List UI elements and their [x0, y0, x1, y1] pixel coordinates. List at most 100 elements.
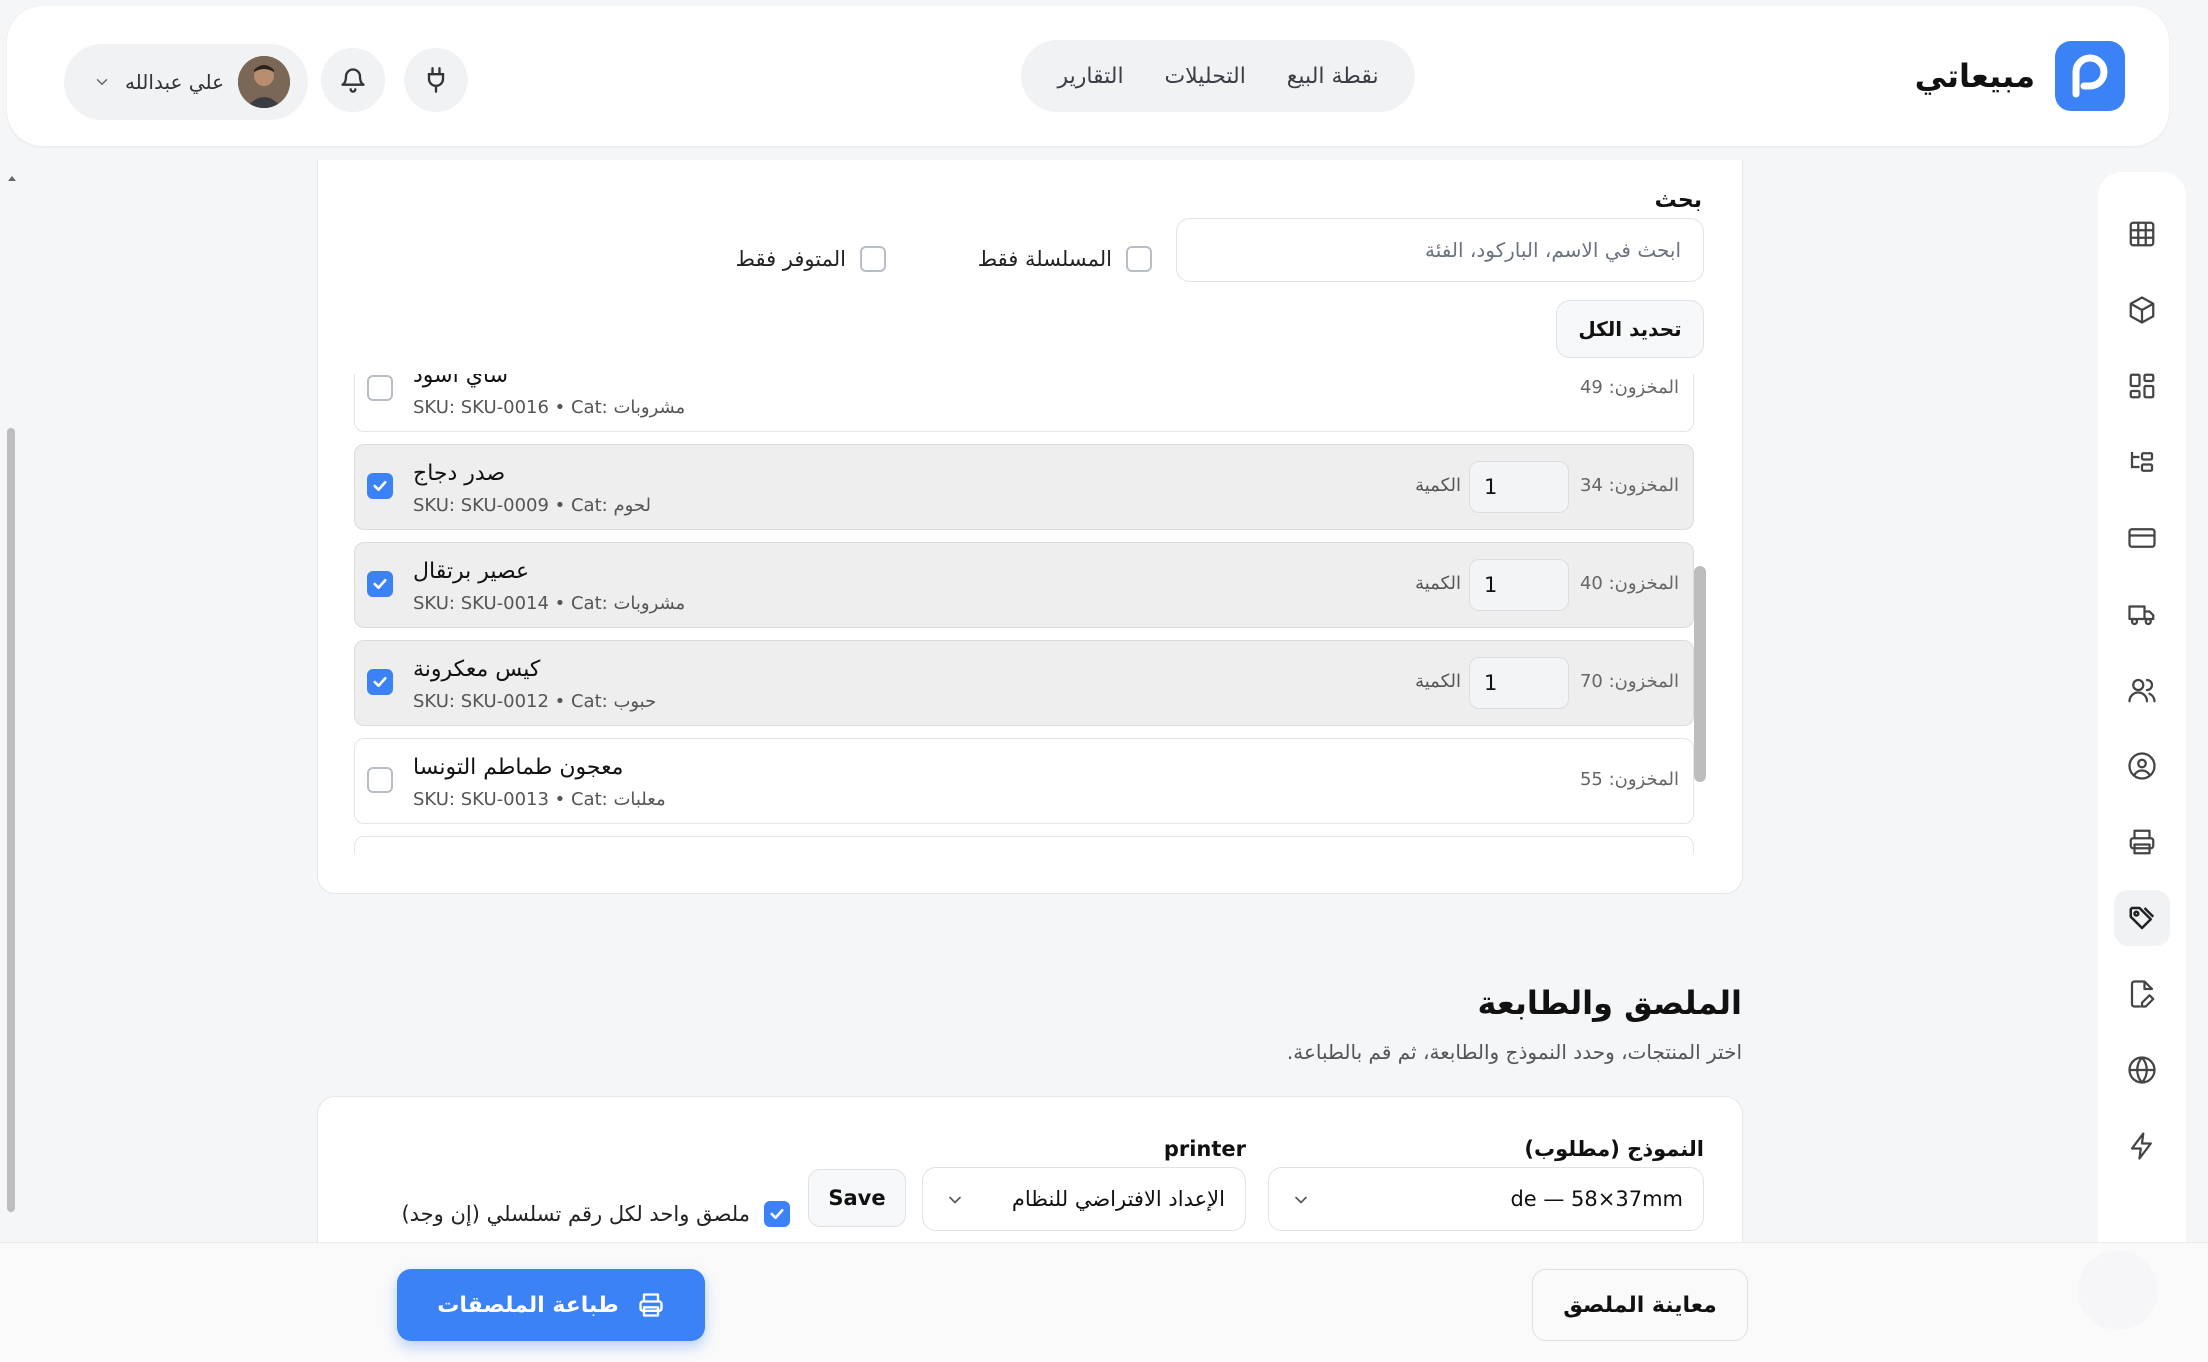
list-item[interactable]: كيس معكرونة SKU: SKU-0012 • Cat: حبوب ال… — [354, 640, 1694, 726]
filter-serialized-label: المسلسلة فقط — [977, 247, 1112, 271]
floating-action-button[interactable] — [2078, 1250, 2158, 1330]
product-stock: المخزون: 40 — [1579, 573, 1679, 594]
item-checkbox[interactable] — [367, 375, 393, 401]
check-icon — [373, 578, 387, 590]
sidebar-item-delivery[interactable] — [2114, 586, 2170, 642]
chevron-down-icon — [1295, 1196, 1307, 1204]
search-input[interactable] — [1176, 218, 1704, 282]
products-card: بحث المسلسلة فقط المتوفر فقط تحديد الكل … — [317, 160, 1743, 894]
product-sku: SKU: SKU-0009 • Cat: لحوم — [413, 495, 651, 516]
printer-icon — [639, 1293, 663, 1317]
printer-icon — [2129, 829, 2155, 855]
page-scrollbar-thumb[interactable] — [7, 428, 15, 1212]
grid-icon — [2129, 221, 2155, 247]
tags-icon — [2129, 906, 2155, 930]
sidebar-item-products[interactable] — [2114, 282, 2170, 338]
one-label-per-serial-text: ملصق واحد لكل رقم تسلسلي (إن وجد) — [401, 1202, 750, 1226]
product-stock: المخزون: 34 — [1579, 475, 1679, 496]
main-nav: نقطة البيع التحليلات التقارير — [1021, 40, 1415, 112]
product-sku: SKU: SKU-0016 • Cat: مشروبات — [413, 397, 686, 418]
sidebar-item-customers[interactable] — [2114, 662, 2170, 718]
item-checkbox[interactable] — [367, 767, 393, 793]
product-sku: SKU: SKU-0014 • Cat: مشروبات — [413, 593, 686, 614]
bottom-action-bar: معاينة الملصق طباعة الملصقات — [0, 1242, 2208, 1362]
sidebar-item-grid[interactable] — [2114, 206, 2170, 262]
avatar — [238, 56, 290, 108]
one-label-per-serial-checkbox[interactable] — [764, 1201, 790, 1227]
label-section-title: الملصق والطابعة — [1477, 984, 1742, 1022]
product-stock: المخزون: 55 — [1579, 769, 1679, 790]
file-edit-icon — [2130, 980, 2155, 1008]
list-scrollbar-thumb[interactable] — [1694, 566, 1706, 782]
user-name: علي عبدالله — [124, 70, 224, 94]
printer-value: الإعداد الافتراضي للنظام — [1011, 1187, 1225, 1211]
brand-logo-icon — [2055, 41, 2125, 111]
product-list[interactable]: شاي أسود SKU: SKU-0016 • Cat: مشروبات ال… — [354, 374, 1706, 854]
sidebar-item-print[interactable] — [2114, 814, 2170, 870]
one-label-per-serial[interactable]: ملصق واحد لكل رقم تسلسلي (إن وجد) — [401, 1201, 790, 1227]
filter-in-stock-checkbox[interactable] — [860, 246, 886, 272]
sidebar-item-documents[interactable] — [2114, 966, 2170, 1022]
product-name: شاي أسود — [413, 374, 509, 388]
quantity-label: الكمية — [1415, 573, 1461, 594]
chevron-down-icon — [949, 1196, 961, 1204]
product-sku: SKU: SKU-0013 • Cat: معلبات — [413, 789, 666, 810]
user-circle-icon — [2128, 752, 2156, 780]
search-label: بحث — [1654, 188, 1702, 213]
card-icon — [2128, 528, 2156, 548]
template-label: النموذج (مطلوب) — [1524, 1137, 1704, 1161]
scroll-up-arrow-icon[interactable] — [6, 172, 18, 184]
sidebar-item-labels[interactable] — [2114, 890, 2170, 946]
plug-icon — [427, 67, 445, 93]
nav-analytics[interactable]: التحليلات — [1164, 64, 1245, 89]
sidebar-item-quick[interactable] — [2114, 1118, 2170, 1174]
check-icon — [373, 480, 387, 492]
sidebar-item-apps[interactable] — [2114, 358, 2170, 414]
nav-reports[interactable]: التقارير — [1057, 64, 1123, 89]
item-checkbox[interactable] — [367, 669, 393, 695]
filter-in-stock-label: المتوفر فقط — [735, 247, 846, 271]
sidebar-item-categories[interactable] — [2114, 434, 2170, 490]
filter-serialized-checkbox[interactable] — [1126, 246, 1152, 272]
item-checkbox[interactable] — [367, 571, 393, 597]
quantity-label: الكمية — [1415, 671, 1461, 692]
filter-in-stock[interactable]: المتوفر فقط — [736, 246, 886, 272]
top-bar: مبيعاتي نقطة البيع التحليلات التقارير عل… — [7, 6, 2169, 146]
product-sku: SKU: SKU-0012 • Cat: حبوب — [413, 691, 657, 712]
brand-name: مبيعاتي — [1914, 57, 2035, 95]
sidebar-item-language[interactable] — [2114, 1042, 2170, 1098]
quantity-label: الكمية — [1415, 475, 1461, 496]
user-menu[interactable]: علي عبدالله — [64, 44, 308, 120]
print-labels-text: طباعة الملصقات — [437, 1292, 619, 1318]
label-section-subtitle: اختر المنتجات، وحدد النموذج والطابعة، ثم… — [1286, 1040, 1742, 1064]
notifications-button[interactable] — [321, 48, 385, 112]
check-icon — [770, 1208, 784, 1220]
quantity-input[interactable] — [1469, 461, 1569, 513]
quantity-input[interactable] — [1469, 657, 1569, 709]
select-all-button[interactable]: تحديد الكل — [1556, 300, 1704, 358]
sidebar-item-account[interactable] — [2114, 738, 2170, 794]
item-checkbox[interactable] — [367, 473, 393, 499]
list-item[interactable]: شاي أسود SKU: SKU-0016 • Cat: مشروبات ال… — [354, 374, 1694, 432]
preview-label-button[interactable]: معاينة الملصق — [1532, 1269, 1748, 1341]
sidebar-item-payments[interactable] — [2114, 510, 2170, 566]
list-item[interactable]: معجون طماطم التونسا SKU: SKU-0013 • Cat:… — [354, 738, 1694, 824]
printer-label: printer — [1163, 1137, 1246, 1161]
product-stock: المخزون: 49 — [1579, 377, 1679, 398]
list-item[interactable]: عصير برتقال SKU: SKU-0014 • Cat: مشروبات… — [354, 542, 1694, 628]
quantity-input[interactable] — [1469, 559, 1569, 611]
brand[interactable]: مبيعاتي — [1915, 40, 2125, 112]
printer-select[interactable]: الإعداد الافتراضي للنظام — [922, 1167, 1246, 1231]
save-printer-button[interactable]: Save — [808, 1169, 906, 1227]
chevron-down-icon — [96, 79, 108, 86]
check-icon — [373, 676, 387, 688]
list-item[interactable] — [354, 836, 1694, 854]
template-select[interactable]: de — 58×37mm — [1268, 1167, 1704, 1231]
sidebar — [2098, 172, 2186, 1252]
list-item[interactable]: صدر دجاج SKU: SKU-0009 • Cat: لحوم المخز… — [354, 444, 1694, 530]
plug-button[interactable] — [404, 48, 468, 112]
print-labels-button[interactable]: طباعة الملصقات — [397, 1269, 705, 1341]
filter-serialized[interactable]: المسلسلة فقط — [978, 246, 1152, 272]
product-name: كيس معكرونة — [413, 657, 541, 682]
nav-pos[interactable]: نقطة البيع — [1287, 64, 1379, 89]
